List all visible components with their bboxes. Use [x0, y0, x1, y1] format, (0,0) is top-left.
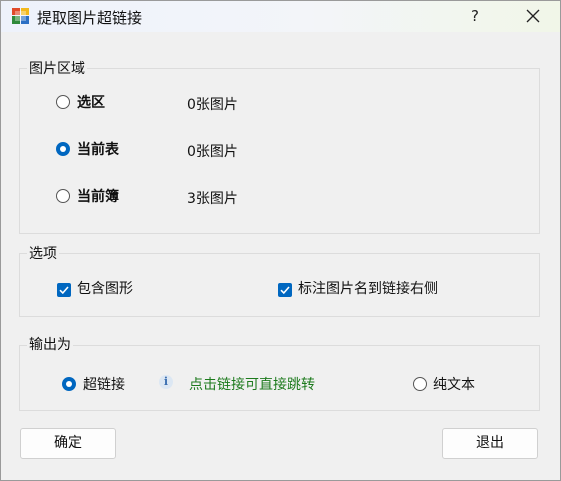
- selection-count: 0张图片: [187, 97, 238, 113]
- output-title: 输出为: [27, 334, 73, 354]
- radio-plain-text-label[interactable]: 纯文本: [433, 374, 475, 394]
- radio-current-workbook[interactable]: [56, 189, 70, 203]
- title-bar: 提取图片超链接 ?: [1, 1, 560, 32]
- radio-current-workbook-label[interactable]: 当前簿: [77, 186, 119, 206]
- ok-button[interactable]: 确定: [20, 428, 116, 459]
- info-icon: i: [159, 375, 173, 389]
- include-shapes-checkbox[interactable]: [57, 283, 71, 297]
- mark-name-label[interactable]: 标注图片名到链接右侧: [298, 278, 438, 298]
- radio-selection[interactable]: [56, 95, 70, 109]
- app-icon: [12, 8, 29, 24]
- radio-hyperlink-label[interactable]: 超链接: [83, 374, 125, 394]
- info-text: 点击链接可直接跳转: [189, 377, 315, 393]
- dialog-window: 提取图片超链接 ? 图片区域 选区 0张图片 当前表 0张图片 当前簿 3张图片…: [0, 0, 561, 481]
- radio-current-sheet[interactable]: [56, 142, 70, 156]
- radio-plain-text[interactable]: [413, 377, 427, 391]
- window-title: 提取图片超链接: [37, 9, 143, 27]
- close-button[interactable]: [518, 5, 548, 27]
- checkmark-icon: [59, 286, 69, 295]
- current-workbook-count: 3张图片: [187, 191, 238, 207]
- mark-name-checkbox[interactable]: [278, 283, 292, 297]
- include-shapes-label[interactable]: 包含图形: [77, 278, 133, 298]
- options-title: 选项: [27, 243, 59, 263]
- radio-hyperlink[interactable]: [62, 377, 76, 391]
- checkmark-icon: [280, 286, 290, 295]
- radio-selection-label[interactable]: 选区: [77, 92, 105, 112]
- current-sheet-count: 0张图片: [187, 144, 238, 160]
- radio-current-sheet-label[interactable]: 当前表: [77, 139, 119, 159]
- help-button[interactable]: ?: [460, 5, 490, 27]
- exit-button[interactable]: 退出: [442, 428, 538, 459]
- close-icon: [526, 9, 540, 23]
- image-region-title: 图片区域: [27, 58, 87, 78]
